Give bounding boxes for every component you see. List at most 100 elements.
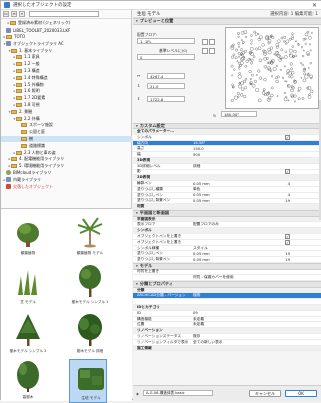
property-name: リノベーションフィルタで表示 [137,339,189,344]
settings-window: 選択したオブジェクトの設定 ✕ ▭ ≡ ⌕ ▸ 登録済み素材 (ジェネリック) LI… [0,0,321,403]
checkbox[interactable]: ✓ [285,169,290,175]
property-value[interactable]: スタイル [191,246,263,251]
tree-item[interactable]: スポーツ施設 [1,122,132,129]
tree-item-label: 1.6 照明 [24,88,40,94]
dimension-1-input[interactable]: 4267.4 [147,72,185,79]
settings-pane: 生垣 モデル 選択内容: 1 編集可能: 1 ▾ プレビューと位置 配置フロア:… [133,10,321,401]
property-row[interactable]: 施工情報 [133,346,321,352]
property-value[interactable]: 既存 [191,334,263,339]
cancel-button[interactable]: キャンセル [249,390,281,397]
property-name: ARCHICAD分類 - バージョン [137,293,186,298]
list-view-icon[interactable]: ≡ [11,11,17,17]
classification-list: 分類 ARCHICAD分類 - バージョン 植物 IDとカテゴリ ID 09 構造機能 未定義… [133,288,321,352]
search-input[interactable] [29,11,99,17]
gallery-item[interactable]: 樹木モデル 詳細 [69,313,107,357]
checkbox[interactable]: ✓ [285,134,290,140]
property-value[interactable]: 0.05 mm [191,199,263,203]
tree-item[interactable]: 欠落したオブジェクト [1,183,132,190]
gallery-item[interactable]: 高樹木 [7,359,45,403]
tree-item[interactable]: 公園と庭 [1,129,132,136]
ok-button[interactable]: OK [285,390,317,397]
story-select[interactable]: 1. 1FL [137,37,195,44]
tree-item[interactable]: ▸ 1.6 照明 [1,88,132,95]
tree-item[interactable]: ▸ 1.3 構造 [1,68,132,75]
library-pane: ▭ ≡ ⌕ ▸ 登録済み素材 (ジェネリック) LIBEL_TOOLBT_20200… [1,10,132,403]
layer-select[interactable]: A-G-06-構造体表 basic [143,390,213,396]
property-value[interactable]: 未定義 [191,317,263,322]
gallery-item[interactable]: 芝 モデル [7,264,45,308]
property-value[interactable]: 0.05 mm [191,193,263,197]
app-icon [4,2,10,8]
folder-icon [16,102,22,107]
tree-item[interactable]: ▸ 1.8 可視 [1,102,132,109]
tree-item[interactable]: ▸ 1.7 2D要素 [1,95,132,102]
tree-item[interactable]: ▸ 1.1 家具 [1,54,132,61]
offset-input[interactable]: 0 [137,53,195,60]
search-icon[interactable]: ⌕ [19,11,25,17]
tree-item[interactable]: LIBEL_TOOLBT_2020033.LKF [1,27,132,34]
property-value[interactable]: 09 [191,311,263,315]
tree-item[interactable]: ▸ 2.3 人物と車の姿 [1,149,132,156]
folder-icon[interactable]: ▭ [3,11,9,17]
tree-item[interactable]: ▾ 2. 景観 [1,108,132,115]
property-name: 塗りつぶし種類 [137,186,163,191]
tree-item[interactable]: ▸ 5. 環境機能用ライブラリ [1,163,132,170]
view-side-icon[interactable] [202,47,208,54]
property-value[interactable]: 未定義 [191,322,263,327]
tree-item-label: 1.8 可視 [24,101,40,107]
dimension-3-input[interactable]: 1722.8 [147,95,185,102]
property-value[interactable]: 0.05 mm [191,258,263,262]
property-value[interactable]: 詳細 [191,164,263,169]
tree-item[interactable]: ▸ 1.2 一般 [1,61,132,68]
preview-image [225,26,319,109]
footer-bar: ◈ A-G-06-構造体表 basic キャンセル OK [133,385,321,401]
property-value[interactable]: 0.05 mm [191,252,263,256]
tree-item[interactable]: ▾ 2.2 外構 [1,115,132,122]
close-icon[interactable]: ✕ [312,2,317,9]
gallery-item[interactable]: 観葉植物 [7,215,45,259]
tree-item[interactable]: ▾ 1. 基本ライブラリ [1,47,132,54]
gallery-item[interactable]: 樹木モデル シンプル 1 [69,264,108,308]
tree-item[interactable]: 樹 [1,135,132,143]
dimension-2-input[interactable]: 21.0 [147,82,185,89]
property-value[interactable]: 配置フロアのみ [191,222,263,227]
tree-item[interactable]: ▾ オブジェクトライブラリ AC [1,40,132,47]
property-value[interactable]: 500 [191,153,263,157]
property-value[interactable]: 0.05 mm [191,182,263,186]
gallery-item-label: 生垣 モデル [81,396,101,400]
view-3d-icon[interactable] [202,38,208,45]
gallery-item[interactable]: 樹木モデル シンプル 2 [7,313,46,357]
rotate-icon[interactable]: ↻ [213,113,216,118]
checkbox[interactable]: ✓ [285,233,290,239]
gallery-item[interactable]: 生垣 モデル [69,359,107,403]
chevron-down-icon: ▾ [136,264,138,269]
tree-item[interactable]: ▸ 4. 配電機能用ライブラリ [1,156,132,163]
gallery-item-label: 高樹木 [22,395,34,399]
folder-icon [21,136,27,141]
view-plan-icon[interactable] [209,38,216,45]
view-front-icon[interactable] [209,47,216,54]
tree-item[interactable]: ▸ 1.5 外構物 [1,81,132,88]
property-value[interactable]: 材質 - 保護カバーを使用 [191,275,263,280]
property-name: 塗りつぶし背景ペン [137,257,171,262]
property-value[interactable]: 植物 [191,293,263,298]
tree-item-label: TOTO [14,34,26,40]
gallery-item-label: 樹木モデル シンプル 2 [9,349,47,353]
property-name: リノベーションステータス [137,333,182,338]
library-tree: ▸ 登録済み素材 (ジェネリック) LIBEL_TOOLBT_2020033.LKF… [1,20,132,206]
tree-item[interactable]: ▸ 1.4 特殊構造 [1,74,132,81]
property-value[interactable]: 全ての新しい表示 [191,340,263,345]
property-value[interactable]: 150.0 [191,147,263,151]
property-value[interactable]: 単色 [191,187,263,192]
param-filter[interactable]: 全てのパラメーター... [133,129,191,134]
property-value[interactable]: 16.58° [191,141,263,145]
tree-item[interactable]: BIMcloudライブラリ [1,170,132,177]
tree-item[interactable]: ▸ 内蔵ライブラリ [1,176,132,183]
chevron-down-icon: ▾ [136,19,138,24]
checkbox[interactable]: ✓ [285,239,290,245]
gallery-item[interactable]: 観葉植物 モデル [69,215,107,259]
tree-item[interactable]: 道路標識 [1,142,132,149]
tree-item[interactable]: ▸ TOTO [1,34,132,41]
angle-input[interactable]: 180.00° [221,110,257,117]
tree-item[interactable]: ▸ 登録済み素材 (ジェネリック) [1,20,132,27]
